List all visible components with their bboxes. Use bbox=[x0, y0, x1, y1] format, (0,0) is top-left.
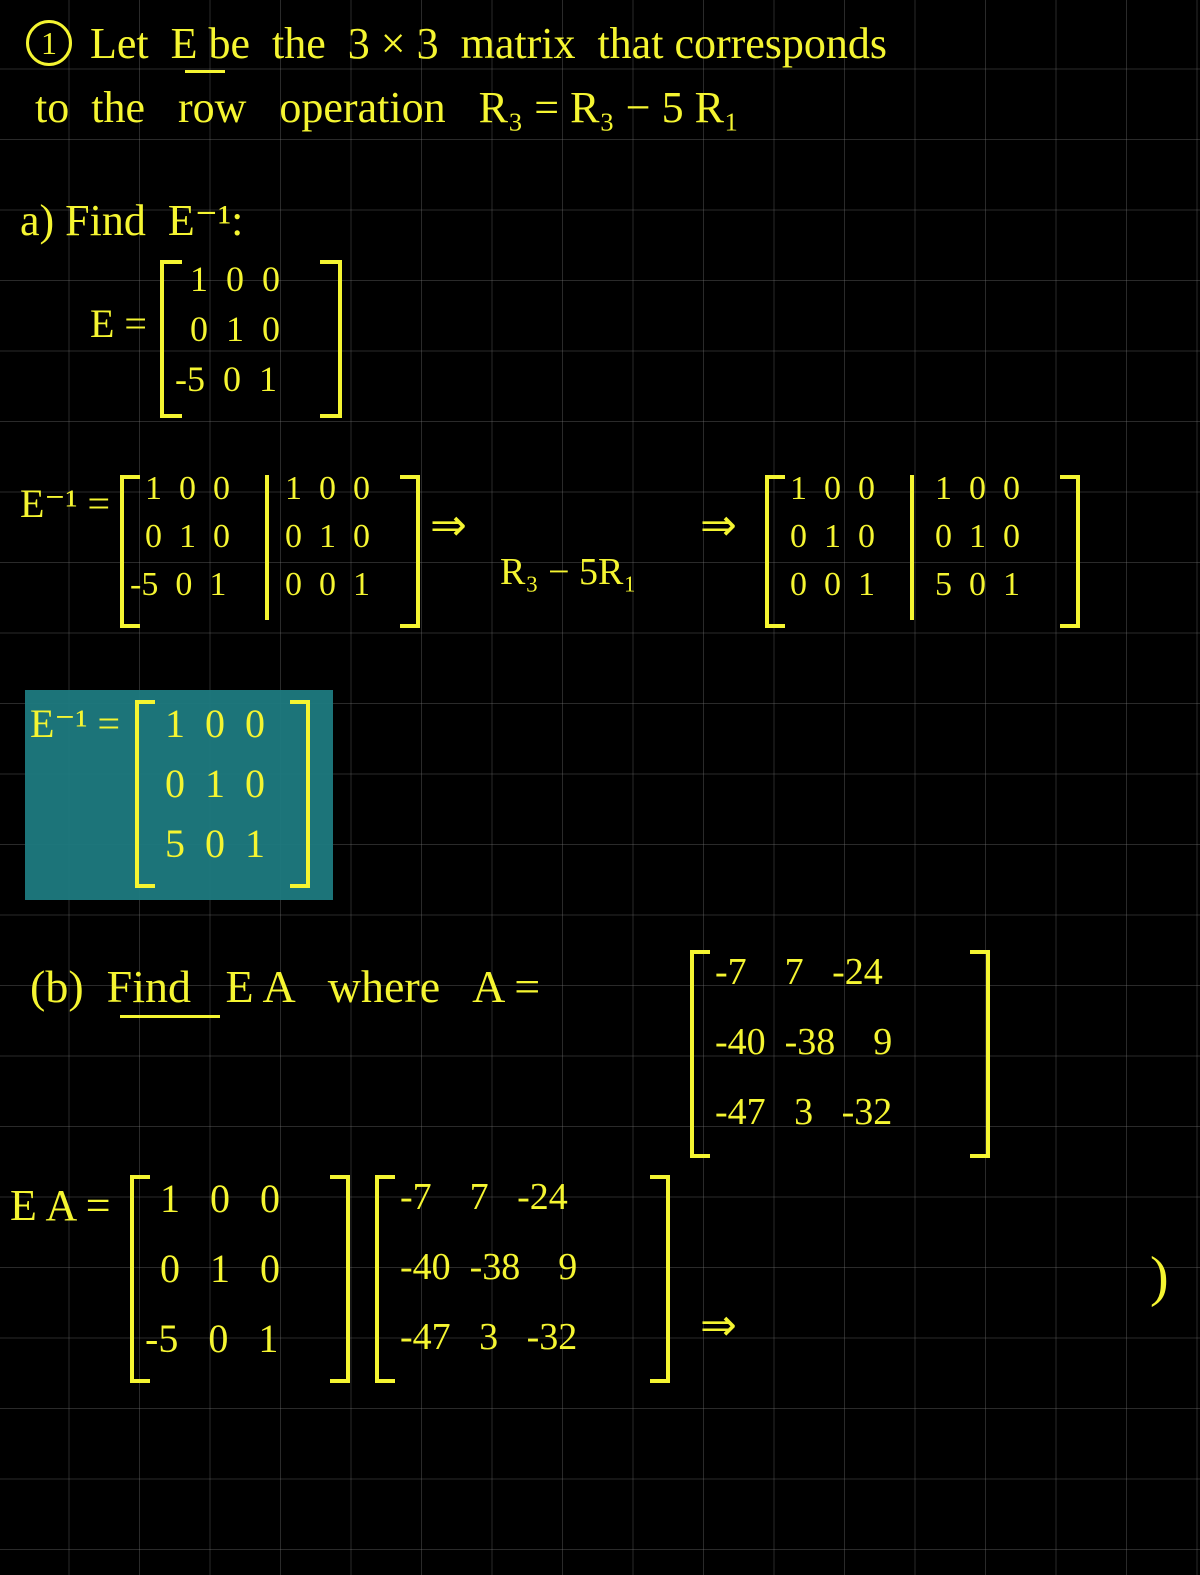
aug2-right-bracket bbox=[1060, 475, 1080, 628]
EAA-left-bracket bbox=[375, 1175, 395, 1383]
arrow-1: ⇒ bbox=[430, 500, 467, 551]
A-row-1: -40 -38 9 bbox=[715, 1020, 892, 1064]
res-row-2: 5 0 1 bbox=[165, 820, 265, 867]
underline-E bbox=[185, 70, 225, 73]
res-right-bracket bbox=[290, 700, 310, 888]
E-row-0: 1 0 0 bbox=[190, 258, 280, 300]
EAA-row-2: -47 3 -32 bbox=[400, 1315, 577, 1359]
res-left-bracket bbox=[135, 700, 155, 888]
part-a-label: a) Find E⁻¹: bbox=[20, 195, 243, 246]
aug2-L-row-0: 1 0 0 bbox=[790, 470, 875, 508]
aug1-R-row-1: 0 1 0 bbox=[285, 518, 370, 556]
EA-label: E A = bbox=[10, 1180, 111, 1231]
E-label: E = bbox=[90, 300, 147, 347]
arrow-2: ⇒ bbox=[700, 500, 737, 551]
aug2-divider bbox=[910, 475, 914, 620]
aug1-divider bbox=[265, 475, 269, 620]
res-row-1: 0 1 0 bbox=[165, 760, 265, 807]
A-left-bracket bbox=[690, 950, 710, 1158]
aug1-R-row-0: 1 0 0 bbox=[285, 470, 370, 508]
aug2-R-row-2: 5 0 1 bbox=[935, 566, 1020, 604]
E-right-bracket bbox=[320, 260, 342, 418]
EAE-row-1: 0 1 0 bbox=[160, 1245, 280, 1292]
problem-number: 1 bbox=[41, 25, 57, 62]
aug2-L-row-1: 0 1 0 bbox=[790, 518, 875, 556]
EAE-row-2: -5 0 1 bbox=[145, 1315, 278, 1362]
intro-line-2: to the row operation R₃ = R₃ − 5 R₁ bbox=[35, 82, 739, 133]
aug1-right-bracket bbox=[400, 475, 420, 628]
EAA-row-0: -7 7 -24 bbox=[400, 1175, 568, 1219]
EAA-row-1: -40 -38 9 bbox=[400, 1245, 577, 1289]
E-row-1: 0 1 0 bbox=[190, 308, 280, 350]
EAA-right-bracket bbox=[650, 1175, 670, 1383]
handwriting-layer: 1 Let E be the 3 × 3 matrix that corresp… bbox=[0, 0, 1200, 1575]
E-row-2: -5 0 1 bbox=[175, 358, 277, 400]
arrow-3: ⇒ bbox=[700, 1300, 737, 1351]
A-right-bracket bbox=[970, 950, 990, 1158]
aug1-L-row-1: 0 1 0 bbox=[145, 518, 230, 556]
stray-paren: ) bbox=[1150, 1245, 1169, 1309]
op-note: R₃ − 5R₁ bbox=[500, 550, 637, 594]
res-row-0: 1 0 0 bbox=[165, 700, 265, 747]
aug2-R-row-1: 0 1 0 bbox=[935, 518, 1020, 556]
intro-line-1: Let E be the 3 × 3 matrix that correspon… bbox=[90, 18, 887, 69]
aug1-L-row-2: -5 0 1 bbox=[130, 566, 226, 604]
problem-number-circle: 1 bbox=[26, 20, 72, 66]
aug1-left-bracket bbox=[120, 475, 140, 628]
Einv-label-1: E⁻¹ = bbox=[20, 480, 110, 527]
aug1-L-row-0: 1 0 0 bbox=[145, 470, 230, 508]
EAE-right-bracket bbox=[330, 1175, 350, 1383]
A-row-2: -47 3 -32 bbox=[715, 1090, 892, 1134]
EAE-row-0: 1 0 0 bbox=[160, 1175, 280, 1222]
aug2-L-row-2: 0 0 1 bbox=[790, 566, 875, 604]
Einv-result-label: E⁻¹ = bbox=[30, 700, 120, 747]
aug1-R-row-2: 0 0 1 bbox=[285, 566, 370, 604]
underline-find bbox=[120, 1015, 220, 1018]
aug2-left-bracket bbox=[765, 475, 785, 628]
aug2-R-row-0: 1 0 0 bbox=[935, 470, 1020, 508]
part-b-label: (b) Find E A where A = bbox=[30, 960, 540, 1013]
A-row-0: -7 7 -24 bbox=[715, 950, 883, 994]
